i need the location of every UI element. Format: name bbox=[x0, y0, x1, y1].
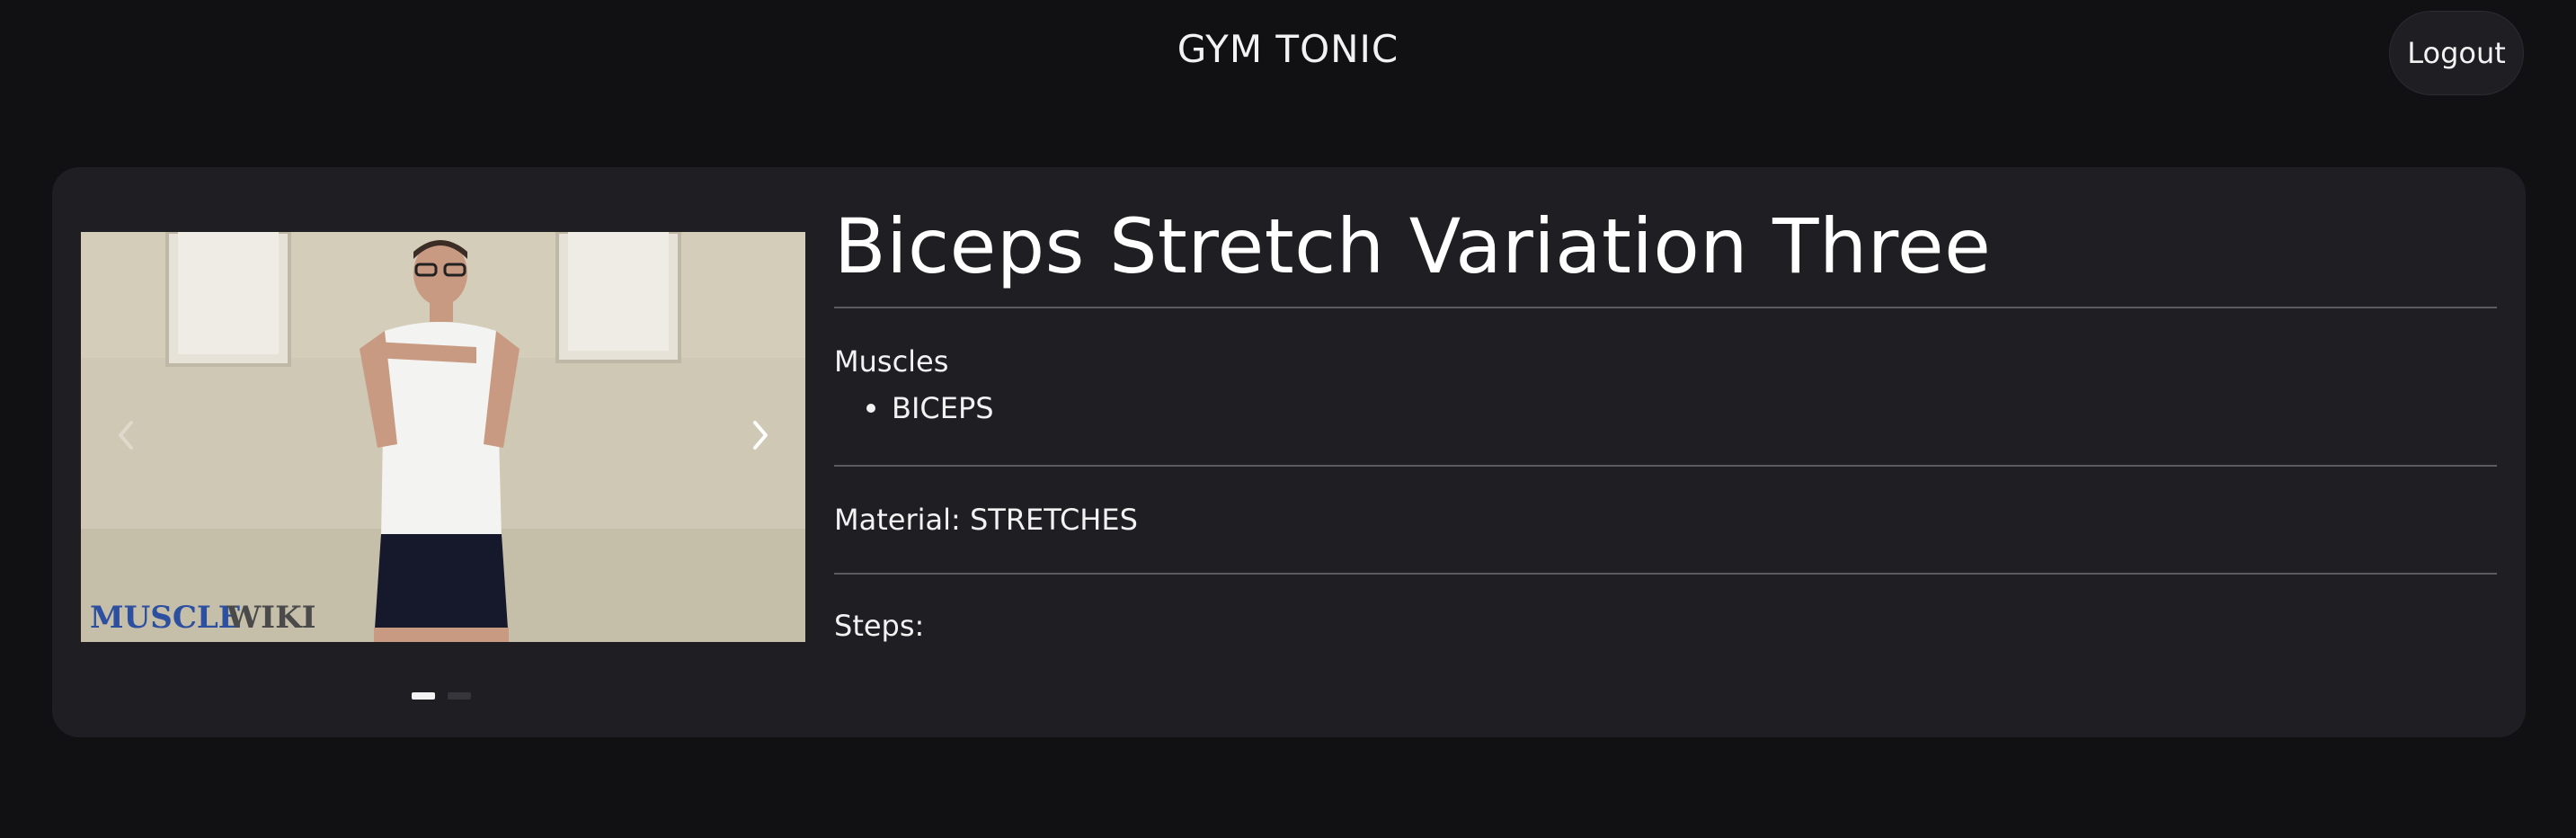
divider bbox=[834, 306, 2497, 308]
carousel-indicator-2[interactable] bbox=[448, 692, 471, 700]
exercise-card: MUSCLE WIKI Biceps Stretch Variation Thr… bbox=[52, 167, 2526, 737]
logout-button[interactable]: Logout bbox=[2389, 11, 2524, 95]
material-text: Material: STRETCHES bbox=[834, 502, 1138, 537]
steps-label: Steps: bbox=[834, 608, 925, 643]
muscle-name: BICEPS bbox=[892, 390, 994, 425]
chevron-left-icon bbox=[119, 421, 133, 450]
divider bbox=[834, 572, 2497, 575]
carousel-indicator-1[interactable] bbox=[412, 692, 435, 700]
divider bbox=[834, 464, 2497, 467]
chevron-right-icon bbox=[753, 421, 768, 450]
carousel-indicators bbox=[412, 692, 471, 700]
carousel-prev-button[interactable] bbox=[99, 408, 153, 462]
exercise-details: Biceps Stretch Variation Three Muscles B… bbox=[834, 194, 2497, 643]
carousel-next-button[interactable] bbox=[733, 408, 787, 462]
top-bar: GYM TONIC Logout bbox=[0, 0, 2576, 108]
muscle-item: BICEPS bbox=[866, 391, 2497, 425]
svg-text:WIKI: WIKI bbox=[226, 600, 316, 636]
exercise-photo: MUSCLE WIKI bbox=[81, 232, 805, 642]
muscle-list: BICEPS bbox=[866, 391, 2497, 425]
bullet-icon bbox=[866, 403, 875, 413]
svg-text:MUSCLE: MUSCLE bbox=[90, 600, 242, 636]
app-title: GYM TONIC bbox=[1177, 27, 1399, 71]
exercise-image-carousel[interactable]: MUSCLE WIKI bbox=[81, 232, 805, 642]
muscles-label: Muscles bbox=[834, 343, 949, 379]
exercise-title: Biceps Stretch Variation Three bbox=[834, 202, 1992, 290]
